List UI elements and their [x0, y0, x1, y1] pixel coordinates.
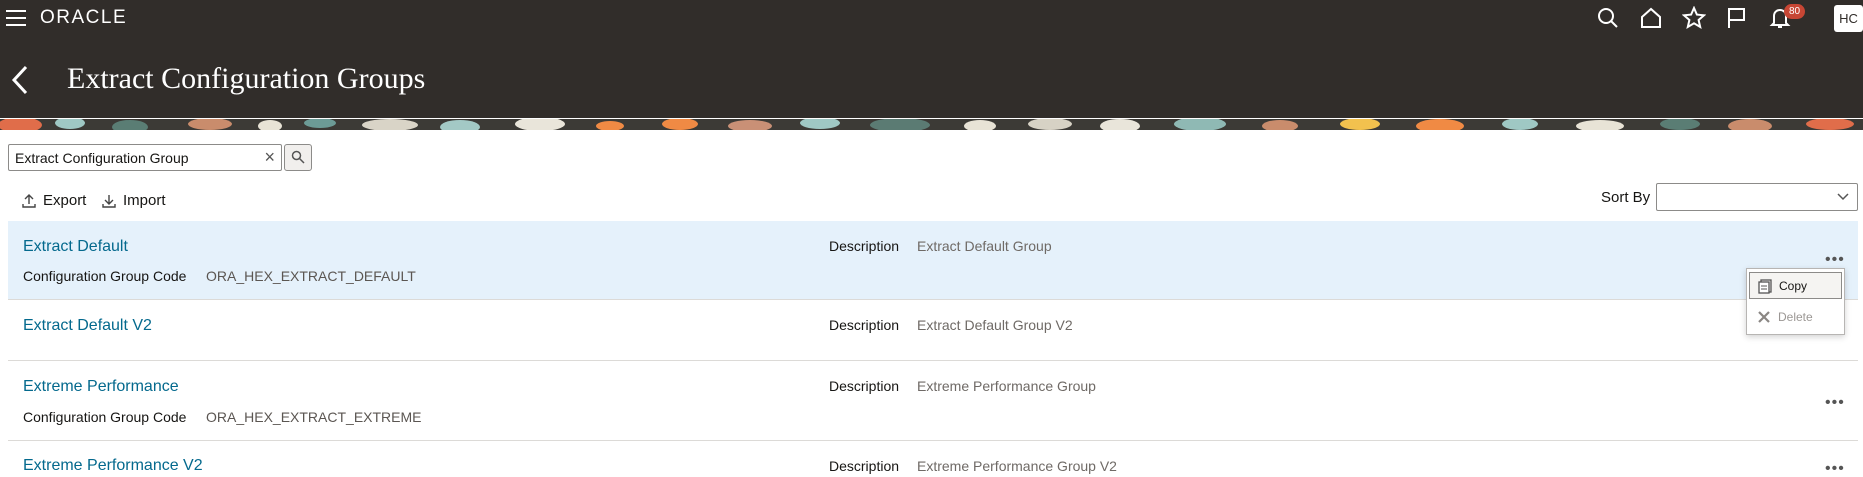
back-icon[interactable]: [10, 64, 32, 96]
notification-count-badge: 80: [1784, 4, 1806, 19]
code-value: ORA_HEX_EXTRACT_DEFAULT: [206, 268, 416, 284]
flag-icon[interactable]: [1725, 6, 1751, 32]
export-icon: [22, 193, 36, 208]
sort-by-select[interactable]: [1656, 183, 1858, 211]
navigator-menu-icon[interactable]: [6, 10, 26, 26]
row-actions-menu: Copy Delete: [1746, 268, 1845, 335]
description-label: Description: [829, 458, 900, 474]
item-name-link[interactable]: Extract Default: [23, 238, 128, 256]
description-label: Description: [829, 317, 900, 333]
item-name-link[interactable]: Extract Default V2: [23, 317, 152, 335]
import-button[interactable]: Import: [101, 192, 166, 209]
export-label: Export: [43, 192, 87, 209]
search-icon: [291, 150, 305, 164]
description-value: Extract Default Group V2: [917, 317, 1073, 333]
import-icon: [102, 194, 116, 208]
page-title: Extract Configuration Groups: [67, 62, 426, 95]
favorites-star-icon[interactable]: [1681, 5, 1708, 32]
list-item[interactable]: Extract Default V2 Description Extract D…: [8, 301, 1858, 361]
import-label: Import: [123, 192, 166, 209]
item-name-link[interactable]: Extreme Performance V2: [23, 457, 203, 475]
sort-by-label: Sort By: [1601, 189, 1651, 206]
delete-x-icon: [1758, 310, 1770, 323]
decorative-banner: [0, 118, 1863, 130]
copy-icon: [1758, 278, 1772, 294]
item-name-link[interactable]: Extreme Performance: [23, 378, 179, 396]
clear-search-icon[interactable]: ×: [264, 148, 275, 166]
search-icon[interactable]: [1596, 6, 1622, 32]
code-label: Configuration Group Code: [23, 268, 187, 284]
description-value: Extract Default Group: [917, 238, 1052, 254]
description-label: Description: [829, 378, 900, 394]
export-button[interactable]: Export: [21, 192, 86, 209]
description-label: Description: [829, 238, 900, 254]
chevron-down-icon: [1837, 193, 1849, 201]
search-input[interactable]: [9, 145, 249, 170]
more-actions-icon[interactable]: •••: [1825, 395, 1851, 414]
list-item[interactable]: Extreme Performance V2 Description Extre…: [8, 442, 1858, 477]
search-field: ×: [8, 144, 282, 171]
home-icon[interactable]: [1639, 6, 1665, 32]
delete-label: Delete: [1778, 309, 1813, 324]
delete-menu-item[interactable]: Delete: [1749, 303, 1842, 330]
oracle-logo[interactable]: ORACLE: [40, 7, 127, 29]
list-item[interactable]: Extreme Performance Configuration Group …: [8, 362, 1858, 441]
global-header: ORACLE 80 HC Extract Configuration Group…: [0, 0, 1863, 118]
search-button[interactable]: [284, 144, 312, 171]
code-label: Configuration Group Code: [23, 409, 187, 425]
copy-label: Copy: [1779, 278, 1808, 293]
more-actions-icon[interactable]: •••: [1825, 461, 1851, 477]
list-item[interactable]: Extract Default Configuration Group Code…: [8, 221, 1858, 300]
description-value: Extreme Performance Group V2: [917, 458, 1117, 474]
description-value: Extreme Performance Group: [917, 378, 1096, 394]
code-value: ORA_HEX_EXTRACT_EXTREME: [206, 409, 422, 425]
copy-menu-item[interactable]: Copy: [1749, 272, 1842, 299]
user-avatar[interactable]: HC: [1834, 5, 1863, 32]
